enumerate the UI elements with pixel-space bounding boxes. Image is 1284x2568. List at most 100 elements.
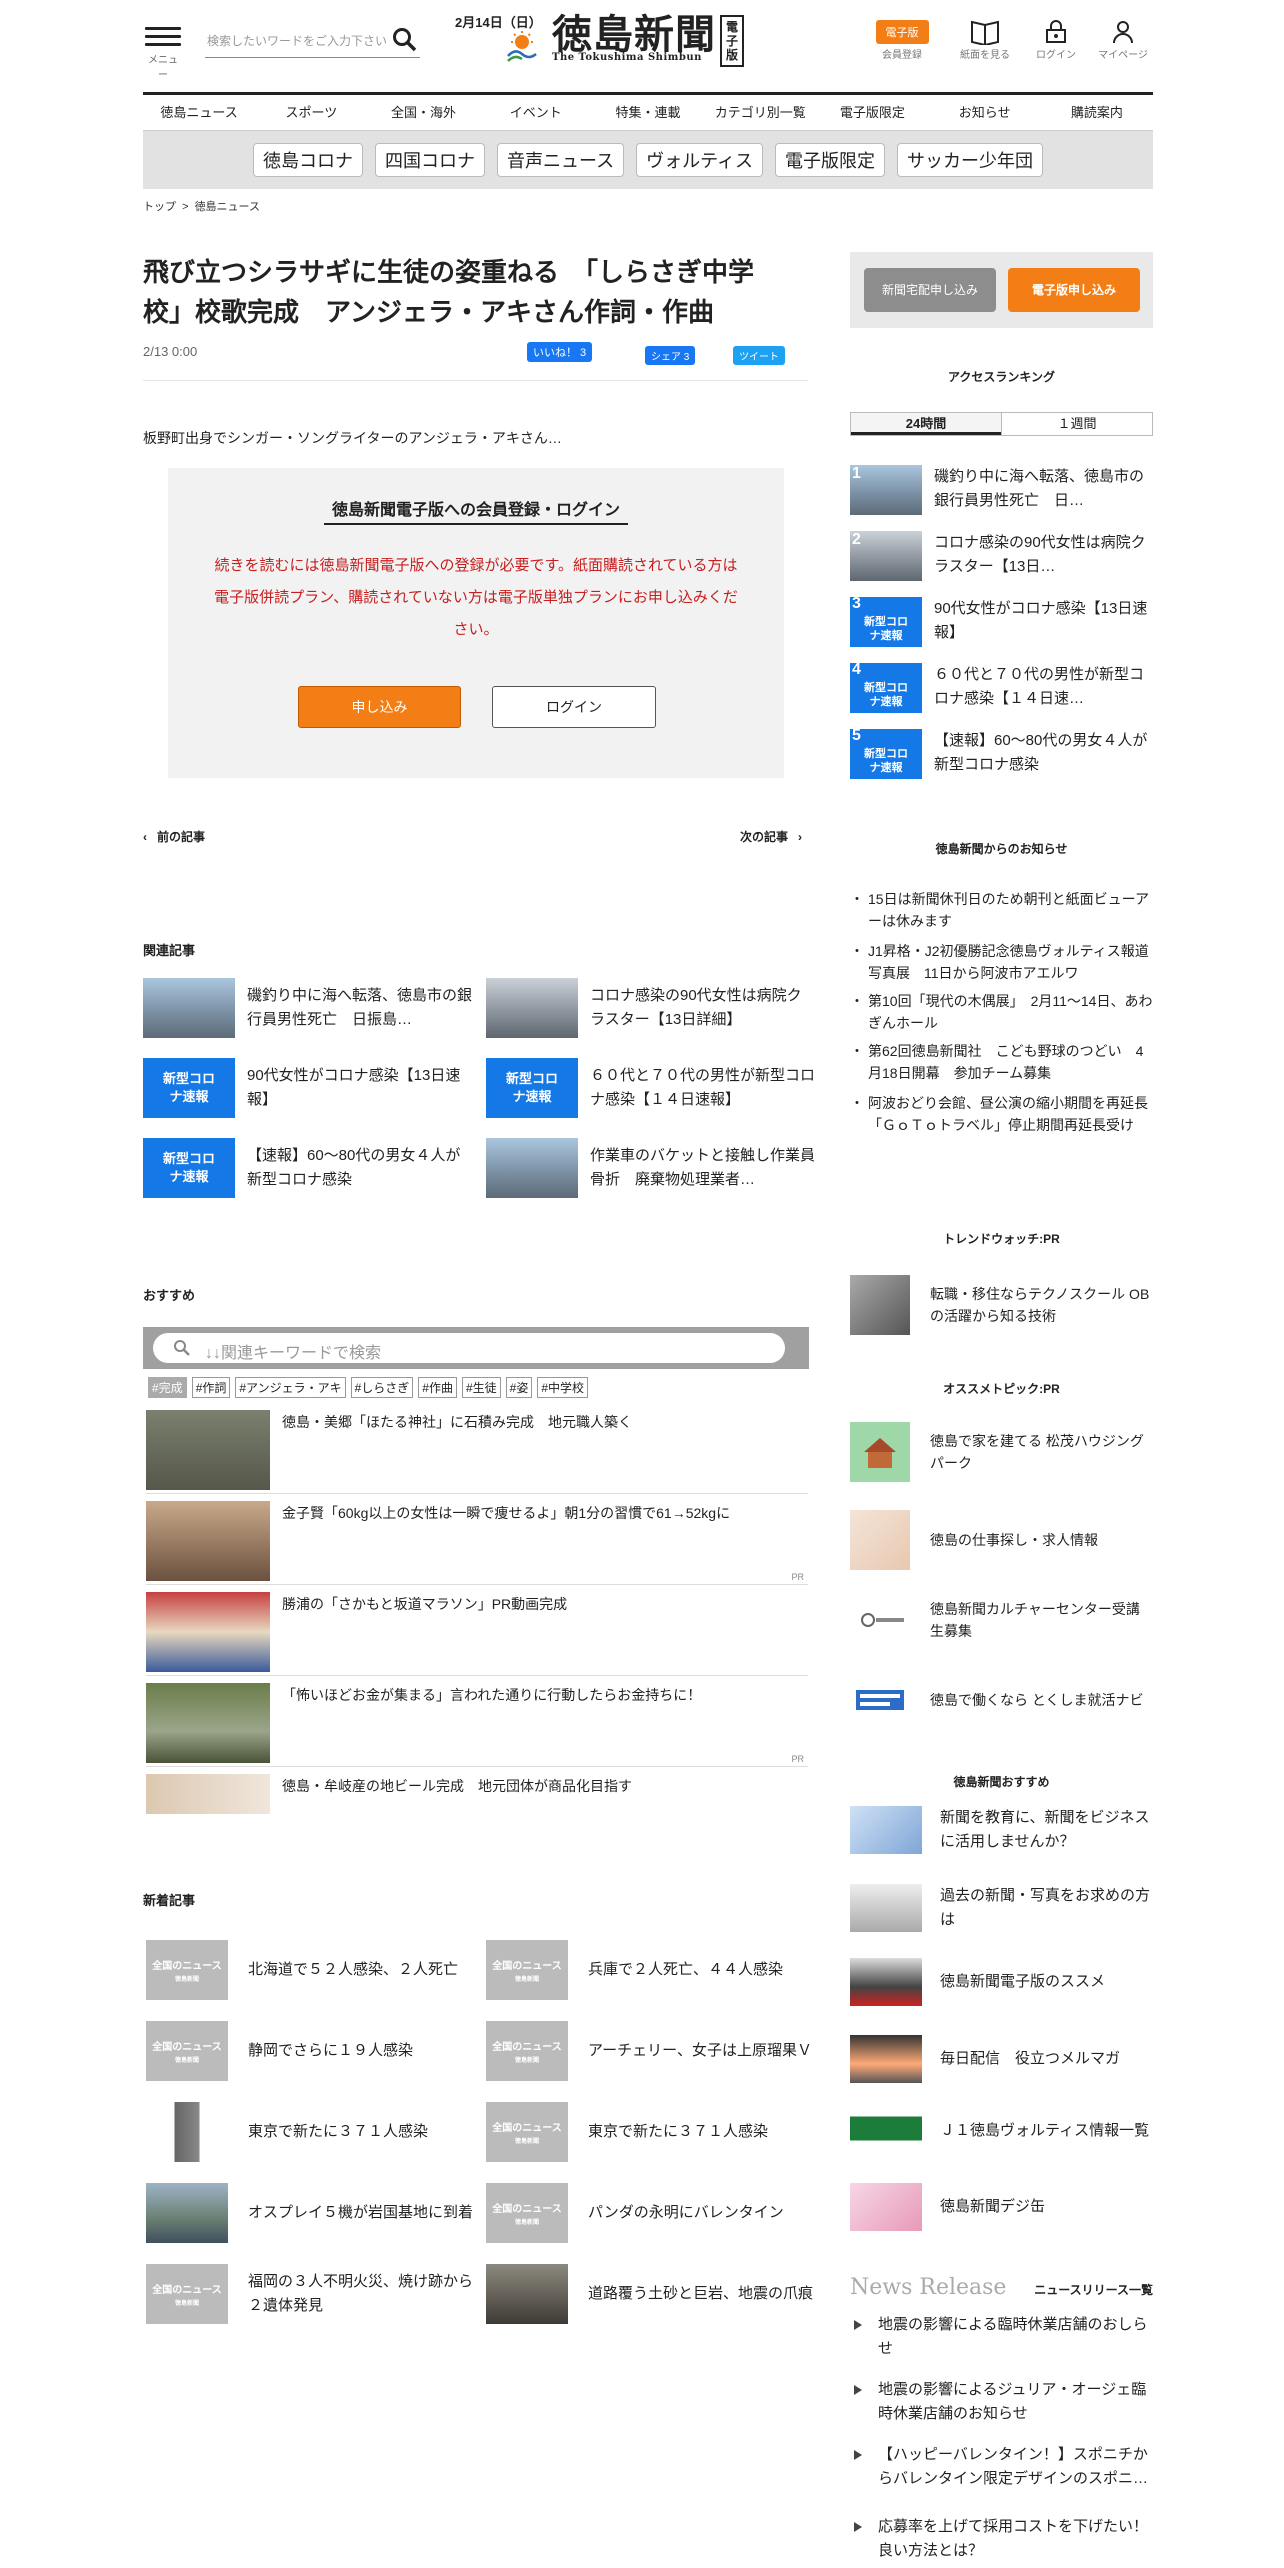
newest-item[interactable]: 東京で新たに３７１人感染: [146, 2102, 476, 2162]
ranking-item[interactable]: 1 磯釣り中に海へ転落、徳島市の銀行員男性死亡 日…: [850, 465, 1153, 515]
keyword-chip[interactable]: #完成: [148, 1377, 187, 1398]
topic-tag[interactable]: サッカー少年団: [897, 143, 1044, 177]
site-recommend-item[interactable]: 毎日配信 役立つメルマガ: [850, 2035, 1153, 2083]
release-item[interactable]: 【ハッピーバレンタイン！】スポニチからバレンタイン限定デザインのスポニ…: [850, 2443, 1153, 2491]
tweet-button[interactable]: ツイート: [733, 346, 785, 365]
notice-item[interactable]: 第10回「現代の木偶展」 2月11～14日、あわぎんホール: [850, 990, 1153, 1034]
login-button[interactable]: ログイン: [1026, 18, 1086, 61]
recommend-item[interactable]: 勝浦の「さかもと坂道マラソン」PR動画完成: [146, 1588, 808, 1676]
nav-item[interactable]: 電子版限定: [816, 95, 928, 130]
related-item[interactable]: 磯釣り中に海へ転落、徳島市の銀行員男性死亡 日振島…: [143, 978, 473, 1038]
related-item[interactable]: コロナ感染の90代女性は病院クラスター【13日詳細】: [486, 978, 816, 1038]
pick-item[interactable]: 徳島の仕事探し・求人情報: [850, 1510, 1153, 1570]
ranking-item[interactable]: 新型コロナ速報 3 90代女性がコロナ感染【13日速報】: [850, 596, 1153, 647]
recommend-title: 徳島・美郷「ほたる神社」に石積み完成 地元職人築く: [282, 1414, 632, 1430]
nav-item[interactable]: 購読案内: [1041, 95, 1153, 130]
nav-item[interactable]: 徳島ニュース: [143, 95, 255, 130]
related-item[interactable]: 新型コロナ速報 【速報】60～80代の男女４人が新型コロナ感染: [143, 1138, 473, 1198]
digital-subscribe-button[interactable]: 電子版申し込み: [1008, 268, 1140, 312]
newest-title: 福岡の３人不明火災、焼け跡から２遺体発見: [248, 2273, 474, 2314]
topic-tag[interactable]: 徳島コロナ: [252, 143, 363, 177]
ranking-item[interactable]: 2 コロナ感染の90代女性は病院クラスター【13日…: [850, 531, 1153, 581]
mypage-button[interactable]: マイページ: [1093, 18, 1153, 61]
related-item[interactable]: 新型コロナ速報 ６０代と７０代の男性が新型コロナ感染【１４日速報】: [486, 1058, 816, 1118]
site-recommend-item[interactable]: 新聞を教育に、新聞をビジネスに活用しませんか？: [850, 1806, 1153, 1854]
keyword-chip[interactable]: #しらさぎ: [350, 1377, 414, 1398]
facebook-share-button[interactable]: シェア 3: [645, 346, 696, 365]
delivery-subscribe-button[interactable]: 新聞宅配申し込み: [864, 268, 996, 312]
nav-item[interactable]: お知らせ: [929, 95, 1041, 130]
login-prompt-button[interactable]: ログイン: [492, 686, 656, 728]
topic-tag[interactable]: 四国コロナ: [374, 143, 485, 177]
tab-week[interactable]: １週間: [1001, 413, 1152, 435]
tab-24h[interactable]: 24時間: [851, 413, 1001, 435]
nav-item[interactable]: カテゴリ別一覧: [704, 95, 816, 130]
pick-item[interactable]: 徳島で家を建てる 松茂ハウジングパーク: [850, 1422, 1153, 1482]
ranking-thumbnail: 1: [850, 465, 922, 515]
recommend-item[interactable]: 徳島・牟岐産の地ビール完成 地元団体が商品化目指す: [146, 1770, 808, 1816]
paper-view-button[interactable]: 紙面を見る: [955, 18, 1015, 61]
keyword-chip[interactable]: #作曲: [418, 1377, 457, 1398]
notice-item[interactable]: J1昇格・J2初優勝記念徳島ヴォルティス報道写真展 11日から阿波市アエルワ: [850, 940, 1153, 984]
keyword-chip[interactable]: #アンジェラ・アキ: [235, 1377, 346, 1398]
ranking-item[interactable]: 新型コロナ速報 5 【速報】60～80代の男女４人が新型コロナ感染: [850, 728, 1153, 779]
newest-item[interactable]: 全国のニュース 徳島新聞 福岡の３人不明火災、焼け跡から２遺体発見: [146, 2264, 476, 2324]
trend-item[interactable]: 転職・移住ならテクノスクール OBの活躍から知る技術: [850, 1275, 1153, 1335]
site-recommend-thumbnail: [850, 2107, 922, 2155]
thumbnail-label: 新型コロナ速報: [163, 1071, 216, 1104]
nav-item[interactable]: イベント: [480, 95, 592, 130]
breadcrumb-current[interactable]: 徳島ニュース: [195, 201, 260, 213]
nav-item[interactable]: スポーツ: [255, 95, 367, 130]
release-item[interactable]: 地震の影響による臨時休業店舗のおしらせ: [850, 2313, 1153, 2361]
release-item[interactable]: 地震の影響によるジュリア・オージェ臨時休業店舗のお知らせ: [850, 2378, 1153, 2426]
related-item[interactable]: 新型コロナ速報 90代女性がコロナ感染【13日速報】: [143, 1058, 473, 1118]
newest-item[interactable]: 全国のニュース 徳島新聞 アーチェリー、女子は上原瑠果Ｖ: [486, 2021, 816, 2081]
recommend-item[interactable]: 「怖いほどお金が集まる」言われた通りに行動したらお金持ちに！ PR: [146, 1679, 808, 1767]
newest-item[interactable]: 全国のニュース 徳島新聞 パンダの永明にバレンタイン: [486, 2183, 816, 2243]
site-recommend-item[interactable]: Ｊ１徳島ヴォルティス情報一覧: [850, 2107, 1153, 2155]
pick-item[interactable]: 徳島で働くなら とくしま就活ナビ: [850, 1670, 1153, 1730]
topic-tag[interactable]: 電子版限定: [775, 143, 886, 177]
topic-tag[interactable]: 音声ニュース: [496, 143, 625, 177]
keyword-chip[interactable]: #中学校: [537, 1377, 589, 1398]
site-recommend-item[interactable]: 徳島新聞デジ缶: [850, 2183, 1153, 2231]
next-article-link[interactable]: 次の記事 ›: [740, 828, 802, 845]
search-input[interactable]: 検索したいワードをご入力下さい: [207, 32, 387, 49]
thumbnail-sublabel: 徳島新聞: [174, 2058, 199, 2064]
prev-article-link[interactable]: ‹ 前の記事: [143, 828, 205, 845]
newest-item[interactable]: 全国のニュース 徳島新聞 兵庫で２人死亡、４４人感染: [486, 1940, 816, 2000]
news-release-link[interactable]: ニュースリリース一覧: [1034, 2281, 1153, 2298]
notice-item[interactable]: 15日は新聞休刊日のため朝刊と紙面ビューアーは休みます: [850, 888, 1153, 932]
newest-item[interactable]: 道路覆う土砂と巨岩、地震の爪痕: [486, 2264, 816, 2324]
ranking-item[interactable]: 新型コロナ速報 4 ６０代と７０代の男性が新型コロナ感染【１４日速…: [850, 662, 1153, 713]
apply-button[interactable]: 申し込み: [298, 686, 461, 728]
keyword-chip[interactable]: #生徒: [461, 1377, 501, 1398]
notice-item[interactable]: 第62回徳島新聞社 こども野球のつどい 4月18日開幕 参加チーム募集: [850, 1040, 1153, 1084]
topic-tag[interactable]: ヴォルティス: [636, 143, 764, 177]
notice-item[interactable]: 阿波おどり会館、昼公演の縮小期間を再延長「ＧｏＴｏトラベル」停止期間再延長受け: [850, 1092, 1153, 1136]
keyword-chip[interactable]: #作詞: [191, 1377, 231, 1398]
thumbnail-sublabel: 徳島新聞: [174, 1977, 199, 1983]
nav-item[interactable]: 特集・連載: [592, 95, 704, 130]
keyword-search-input[interactable]: ↓↓関連キーワードで検索: [153, 1333, 785, 1363]
keyword-chip[interactable]: #姿: [505, 1377, 533, 1398]
related-item[interactable]: 作業車のバケットと接触し作業員骨折 廃棄物処理業者…: [486, 1138, 816, 1198]
site-search[interactable]: 検索したいワードをご入力下さい: [205, 26, 420, 58]
register-label: 会員登録: [882, 50, 922, 61]
recommend-item[interactable]: 徳島・美郷「ほたる神社」に石積み完成 地元職人築く: [146, 1406, 808, 1494]
site-recommend-item[interactable]: 過去の新聞・写真をお求めの方は: [850, 1884, 1153, 1932]
release-item[interactable]: 応募率を上げて採用コストを下げたい！良い方法とは？: [850, 2515, 1153, 2563]
newest-item[interactable]: 全国のニュース 徳島新聞 東京で新たに３７１人感染: [486, 2102, 816, 2162]
register-button[interactable]: 電子版 会員登録: [872, 18, 932, 61]
facebook-like-button[interactable]: いいね！ 3: [527, 342, 593, 362]
newest-item[interactable]: 全国のニュース 徳島新聞 北海道で５２人感染、２人死亡: [146, 1940, 476, 2000]
newest-item[interactable]: オスプレイ５機が岩国基地に到着: [146, 2183, 476, 2243]
breadcrumb-top[interactable]: トップ: [143, 201, 176, 213]
recommend-item[interactable]: 金子賢「60kg以上の女性は一瞬で痩せるよ」朝1分の習慣で61→52kgに PR: [146, 1497, 808, 1585]
newest-item[interactable]: 全国のニュース 徳島新聞 静岡でさらに１９人感染: [146, 2021, 476, 2081]
pick-item[interactable]: 徳島新聞カルチャーセンター受講生募集: [850, 1590, 1153, 1650]
nav-item[interactable]: 全国・海外: [367, 95, 479, 130]
site-recommend-item[interactable]: 徳島新聞電子版のススメ: [850, 1958, 1153, 2006]
menu-button[interactable]: メニュー: [145, 22, 181, 81]
search-icon[interactable]: [392, 27, 418, 53]
